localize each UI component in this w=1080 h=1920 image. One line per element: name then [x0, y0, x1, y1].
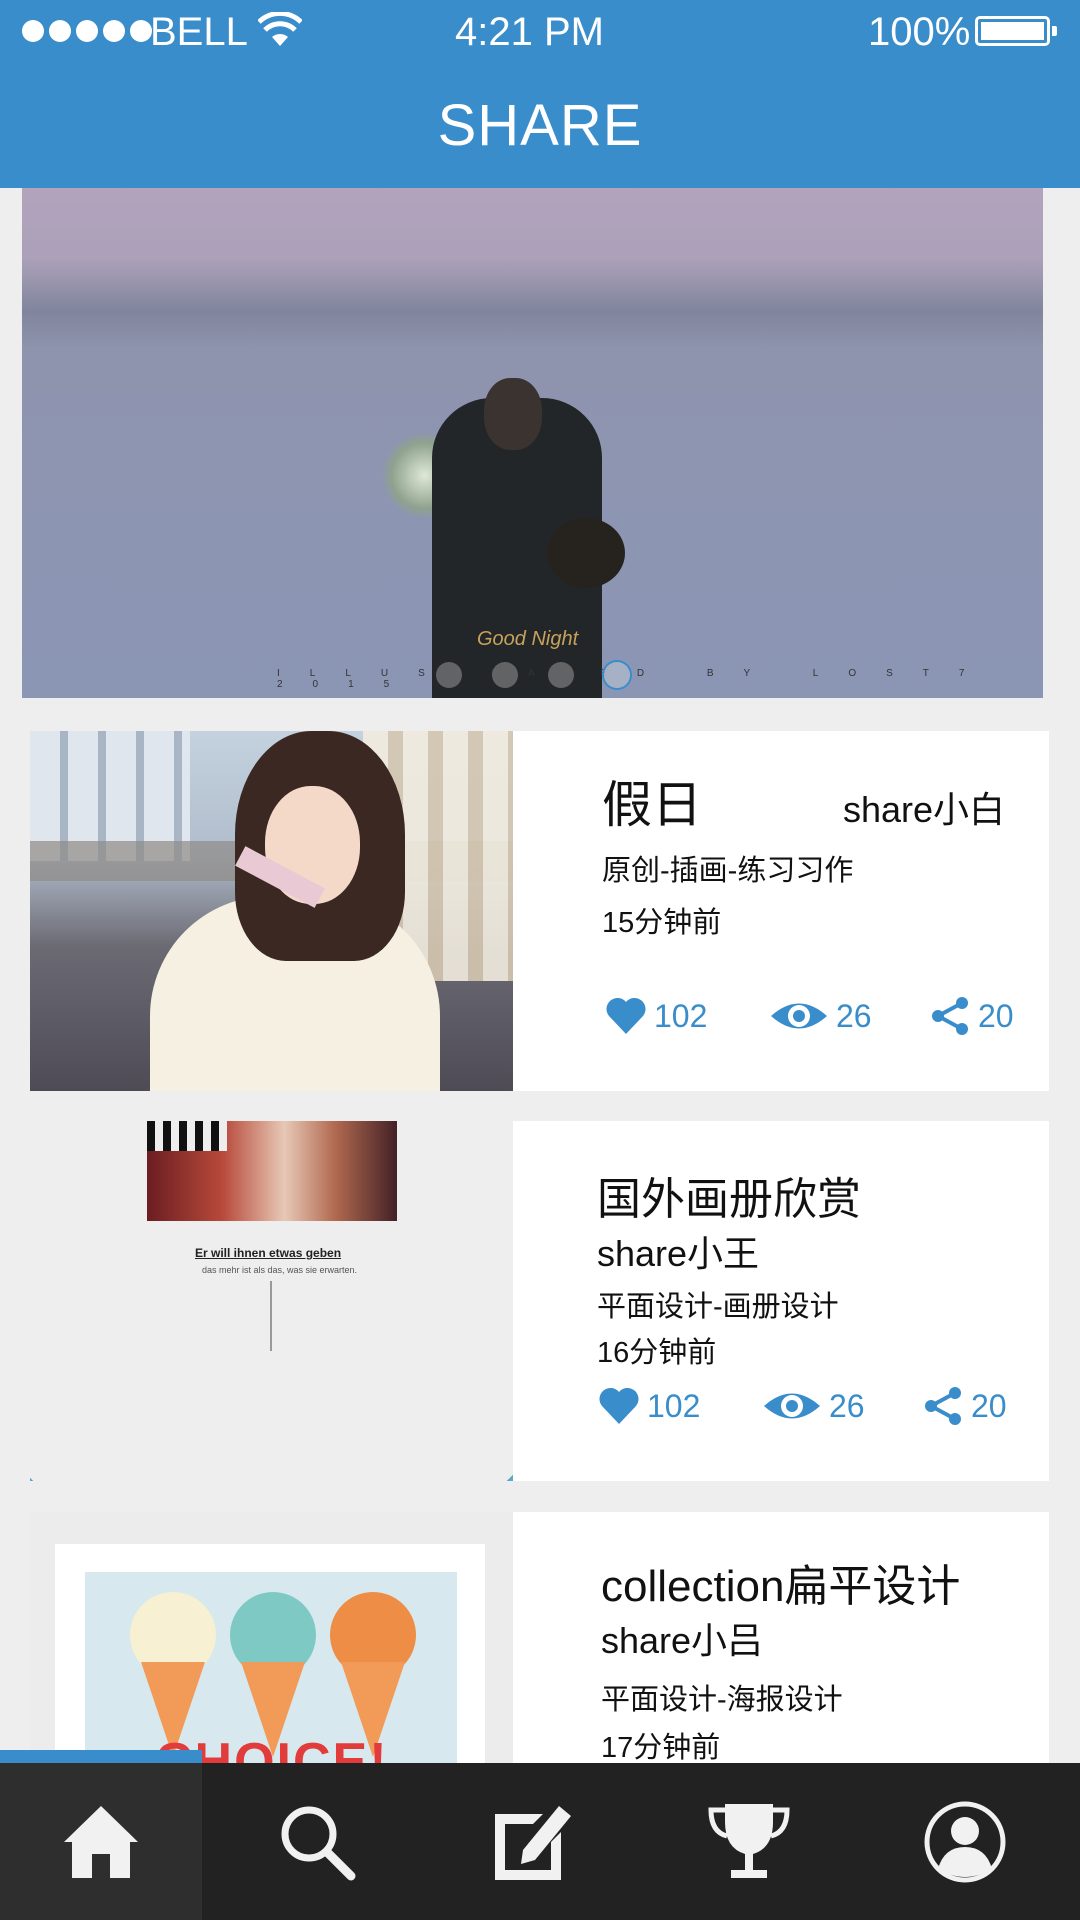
battery-percent: 100%	[868, 10, 971, 54]
heart-icon	[606, 997, 646, 1034]
compose-icon	[495, 1805, 571, 1880]
banner-credit: ILLUSTRATED BY LOST7 2015	[277, 668, 995, 690]
home-icon	[64, 1805, 138, 1878]
status-bar: BELL 4:21 PM 100%	[0, 0, 1080, 64]
like-stat[interactable]: 102	[606, 997, 707, 1035]
banner-city-skyline	[22, 258, 1043, 348]
view-stat[interactable]: 26	[763, 1387, 865, 1425]
post-author[interactable]: share小王	[597, 1225, 759, 1277]
carousel-dot[interactable]	[492, 662, 518, 688]
share-icon	[932, 997, 968, 1035]
banner-figure-head	[484, 378, 542, 450]
like-stat[interactable]: 102	[599, 1387, 700, 1425]
like-count: 102	[654, 997, 708, 1034]
tab-profile[interactable]	[864, 1763, 1066, 1920]
signal-icon	[22, 20, 152, 42]
wifi-icon	[258, 12, 302, 46]
banner-signature: Good Night	[477, 628, 579, 650]
carrier-label: BELL	[150, 10, 248, 54]
post-info: 假日 share小白 原创-插画-练习习作 15分钟前 102 26 20	[513, 731, 1049, 1091]
post-card[interactable]: 假日 share小白 原创-插画-练习习作 15分钟前 102 26 20	[30, 731, 1049, 1091]
tab-home[interactable]	[0, 1763, 202, 1920]
carousel-dot[interactable]	[548, 662, 574, 688]
post-card[interactable]: Er will ihnen etwas geben das mehr ist a…	[30, 1121, 1049, 1481]
like-count: 102	[647, 1387, 701, 1424]
carousel-dot-active[interactable]	[604, 662, 630, 688]
tab-search[interactable]	[216, 1763, 418, 1920]
app-header: BELL 4:21 PM 100% SHARE	[0, 0, 1080, 188]
status-time: 4:21 PM	[455, 10, 604, 54]
post-author[interactable]: share小吕	[601, 1612, 763, 1664]
post-thumbnail[interactable]: Er will ihnen etwas geben das mehr ist a…	[30, 1121, 513, 1481]
page-title: SHARE	[437, 93, 643, 158]
share-stat[interactable]: 20	[923, 1387, 1007, 1425]
thumb-caption: Er will ihnen etwas geben	[195, 1246, 342, 1260]
active-tab-indicator	[0, 1750, 202, 1763]
trophy-icon	[708, 1803, 790, 1878]
post-title: collection扁平设计	[601, 1562, 961, 1611]
post-title: 国外画册欣赏	[597, 1175, 861, 1224]
post-time: 17分钟前	[601, 1732, 721, 1764]
share-count: 20	[971, 1387, 1007, 1424]
post-title: 假日	[602, 777, 702, 833]
tab-bar	[0, 1750, 1080, 1920]
battery-icon	[975, 16, 1057, 46]
post-category: 平面设计-画册设计	[597, 1291, 839, 1323]
post-category: 原创-插画-练习习作	[602, 855, 854, 887]
tab-compose[interactable]	[432, 1763, 634, 1920]
banner-carousel[interactable]: Good Night ILLUSTRATED BY LOST7 2015	[22, 188, 1043, 698]
heart-icon	[599, 1387, 639, 1424]
share-stat[interactable]: 20	[930, 997, 1014, 1035]
thumb-subcaption: das mehr ist als das, was sie erwarten.	[202, 1265, 358, 1275]
profile-icon	[924, 1801, 1006, 1882]
post-time: 15分钟前	[602, 907, 722, 939]
tab-trophy[interactable]	[648, 1763, 850, 1920]
share-count: 20	[978, 997, 1014, 1034]
view-count: 26	[836, 997, 872, 1034]
view-stat[interactable]: 26	[770, 997, 872, 1035]
post-time: 16分钟前	[597, 1337, 717, 1369]
eye-icon	[764, 1393, 820, 1419]
post-thumbnail[interactable]	[30, 731, 513, 1091]
post-category: 平面设计-海报设计	[601, 1684, 843, 1716]
share-icon	[925, 1387, 961, 1425]
carousel-dot[interactable]	[436, 662, 462, 688]
view-count: 26	[829, 1387, 865, 1424]
eye-icon	[771, 1003, 827, 1029]
post-info: 国外画册欣赏 share小王 平面设计-画册设计 16分钟前 102 26 20	[513, 1121, 1049, 1481]
search-icon	[281, 1806, 356, 1880]
carousel-indicators	[436, 662, 630, 688]
post-author[interactable]: share小白	[843, 781, 1005, 833]
banner-bear	[547, 518, 625, 588]
